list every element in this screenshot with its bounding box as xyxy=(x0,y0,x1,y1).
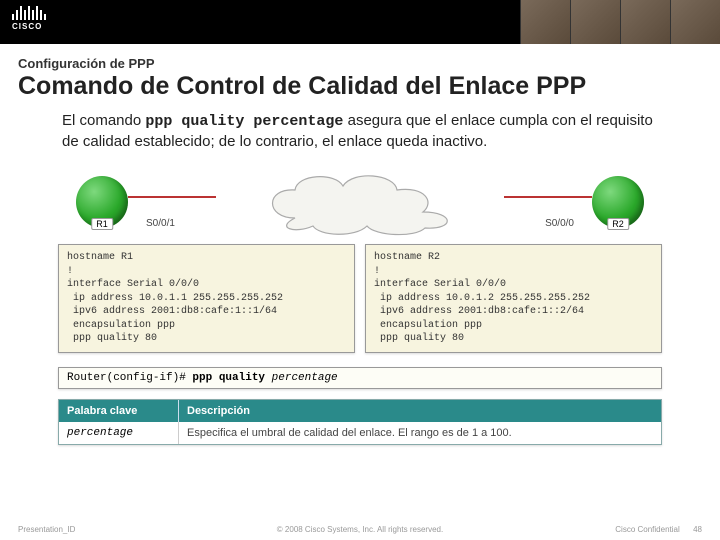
cmd-bold: ppp quality xyxy=(192,372,271,384)
router-r1-label: R1 xyxy=(91,218,113,230)
th-keyword: Palabra clave xyxy=(59,400,179,422)
footer-left: Presentation_ID xyxy=(18,525,75,534)
body-pre: El comando xyxy=(62,112,145,129)
cloud-icon xyxy=(255,168,465,236)
cmd-param: percentage xyxy=(272,372,338,384)
table-row: percentage Especifica el umbral de calid… xyxy=(59,422,661,444)
body-cmd: ppp quality percentage xyxy=(145,113,343,130)
table-header: Palabra clave Descripción xyxy=(59,400,661,422)
header-people-image xyxy=(520,0,720,44)
th-description: Descripción xyxy=(179,400,661,422)
footer: Presentation_ID © 2008 Cisco Systems, In… xyxy=(0,525,720,534)
cmd-prompt: Router(config-if)# xyxy=(67,372,192,384)
interface-right-label: S0/0/0 xyxy=(545,218,574,229)
router-r1-icon: R1 xyxy=(76,176,128,228)
keyword-table: Palabra clave Descripción percentage Esp… xyxy=(58,399,662,445)
footer-confidential: Cisco Confidential xyxy=(615,525,679,534)
top-bar: CISCO xyxy=(0,0,720,44)
link-left xyxy=(128,196,216,198)
network-topology: R1 R2 S0/0/1 S0/0/0 xyxy=(58,166,662,238)
slide-title: Comando de Control de Calidad del Enlace… xyxy=(18,73,702,101)
footer-page-number: 48 xyxy=(693,525,702,534)
config-r1: hostname R1 ! interface Serial 0/0/0 ip … xyxy=(58,244,355,353)
body-text: El comando ppp quality percentage asegur… xyxy=(62,111,660,153)
command-syntax-box: Router(config-if)# ppp quality percentag… xyxy=(58,367,662,389)
config-r2: hostname R2 ! interface Serial 0/0/0 ip … xyxy=(365,244,662,353)
td-description: Especifica el umbral de calidad del enla… xyxy=(179,422,661,444)
router-r2-icon: R2 xyxy=(592,176,644,228)
config-boxes: hostname R1 ! interface Serial 0/0/0 ip … xyxy=(58,244,662,353)
logo-text: CISCO xyxy=(12,22,46,31)
slide-subtitle: Configuración de PPP xyxy=(18,56,720,71)
link-right xyxy=(504,196,592,198)
footer-copyright: © 2008 Cisco Systems, Inc. All rights re… xyxy=(277,525,443,534)
cisco-logo: CISCO xyxy=(12,6,46,31)
td-keyword: percentage xyxy=(59,422,179,444)
router-r2-label: R2 xyxy=(607,218,629,230)
diagram-area: R1 R2 S0/0/1 S0/0/0 hostname R1 ! interf… xyxy=(58,166,662,445)
interface-left-label: S0/0/1 xyxy=(146,218,175,229)
